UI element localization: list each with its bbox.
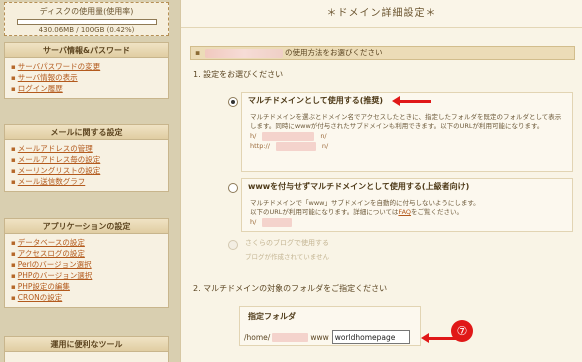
radio-multidomain-no-www[interactable] — [228, 183, 238, 193]
question-2-label: 2. マルチドメインの対象のフォルダをご指定ください — [193, 284, 388, 293]
sidebar: ディスクの使用量(使用率) 430.06MB / 100GB (0.42%) サ… — [0, 0, 172, 362]
faq-link[interactable]: FAQ — [398, 208, 411, 216]
folder-input[interactable] — [331, 330, 410, 344]
panel-mail-settings: メールに関する設定 メールアドレスの管理 メールアドレス毎の設定 メーリングリス… — [4, 124, 169, 192]
sidebar-item-login-history[interactable]: ログイン履歴 — [11, 83, 162, 94]
folder-www: www — [310, 332, 329, 342]
url-row: h/ n/ — [250, 131, 327, 141]
sidebar-item-database[interactable]: データベースの設定 — [11, 237, 162, 248]
sidebar-item-cron[interactable]: CRONの設定 — [11, 292, 162, 303]
main-content: ＊ドメイン詳細設定＊ ▪ の使用方法をお選びください 1. 設定をお選びください… — [180, 0, 582, 362]
folder-row: /home/ www — [244, 330, 410, 344]
panel-title: メールに関する設定 — [5, 125, 168, 140]
bullet-icon: ▪ — [195, 48, 201, 57]
step-badge: ⑦ — [451, 320, 473, 342]
page-title: ＊ドメイン詳細設定＊ — [181, 0, 582, 28]
question-1-label: 1. 設定をお選びください — [193, 70, 284, 79]
url-row: h/ — [250, 217, 564, 227]
redacted-domain — [272, 332, 309, 342]
option-multidomain: マルチドメインとして使用する(推奨) マルチドメインを選ぶとドメイン名でアクセス… — [241, 92, 573, 172]
sidebar-item-mail-per-address[interactable]: メールアドレス毎の設定 — [11, 154, 162, 165]
disk-usage-title: ディスクの使用量(使用率) — [39, 7, 134, 16]
section-title: ▪ の使用方法をお選びください — [190, 46, 575, 60]
folder-label: 指定フォルダ — [248, 312, 296, 321]
sidebar-item-server-info[interactable]: サーバ情報の表示 — [11, 72, 162, 83]
folder-settings: 指定フォルダ /home/ www — [239, 306, 421, 346]
panel-application-settings: アプリケーションの設定 データベースの設定 アクセスログの設定 Perlのバージ… — [4, 218, 169, 308]
sidebar-item-server-password[interactable]: サーバパスワードの変更 — [11, 61, 162, 72]
disk-usage-bar — [16, 19, 157, 25]
sidebar-item-php-version[interactable]: PHPのバージョン選択 — [11, 270, 162, 281]
option-description: マルチドメインで「www」サブドメインを自動的に付与しないようにします。 — [250, 199, 480, 207]
radio-sakura-blog — [228, 240, 238, 250]
panel-title: アプリケーションの設定 — [5, 219, 168, 234]
arrow-icon — [392, 96, 431, 106]
option-title: wwwを付与せずマルチドメインとして使用する(上級者向け) — [248, 182, 470, 191]
sidebar-item-mail-address[interactable]: メールアドレスの管理 — [11, 143, 162, 154]
sidebar-item-mailing-list[interactable]: メーリングリストの設定 — [11, 165, 162, 176]
option-sakura-blog-note: ブログが作成されていません — [245, 253, 330, 261]
panel-tools: 運用に便利なツール — [4, 336, 169, 362]
option-sakura-blog-title: さくらのブログで使用する — [245, 239, 329, 247]
sidebar-item-access-log[interactable]: アクセスログの設定 — [11, 248, 162, 259]
disk-usage-box: ディスクの使用量(使用率) 430.06MB / 100GB (0.42%) — [4, 2, 169, 36]
redacted-url — [262, 131, 315, 141]
option-description: マルチドメインを選ぶとドメイン名でアクセスしたときに、指定したフォルダを既定のフ… — [250, 113, 562, 130]
sidebar-item-perl-version[interactable]: Perlのバージョン選択 — [11, 259, 162, 270]
sidebar-item-mail-graph[interactable]: メール送信数グラフ — [11, 176, 162, 187]
sidebar-item-php-edit[interactable]: PHP設定の編集 — [11, 281, 162, 292]
option-multidomain-no-www: wwwを付与せずマルチドメインとして使用する(上級者向け) マルチドメインで「w… — [241, 178, 573, 232]
redacted-url — [262, 217, 293, 227]
url-row: http:// n/ — [250, 141, 329, 151]
panel-server-info: サーバ情報&パスワード サーバパスワードの変更 サーバ情報の表示 ログイン履歴 — [4, 42, 169, 99]
panel-title: 運用に便利なツール — [5, 337, 168, 352]
redacted-domain — [205, 48, 283, 58]
panel-title: サーバ情報&パスワード — [5, 43, 168, 58]
redacted-url — [275, 141, 316, 151]
radio-multidomain[interactable] — [228, 97, 238, 107]
option-description: 以下のURLが利用可能になります。詳細についてはFAQをご覧ください。 — [250, 208, 464, 216]
folder-prefix: /home/ — [244, 332, 271, 342]
disk-usage-text: 430.06MB / 100GB (0.42%) — [38, 26, 135, 34]
